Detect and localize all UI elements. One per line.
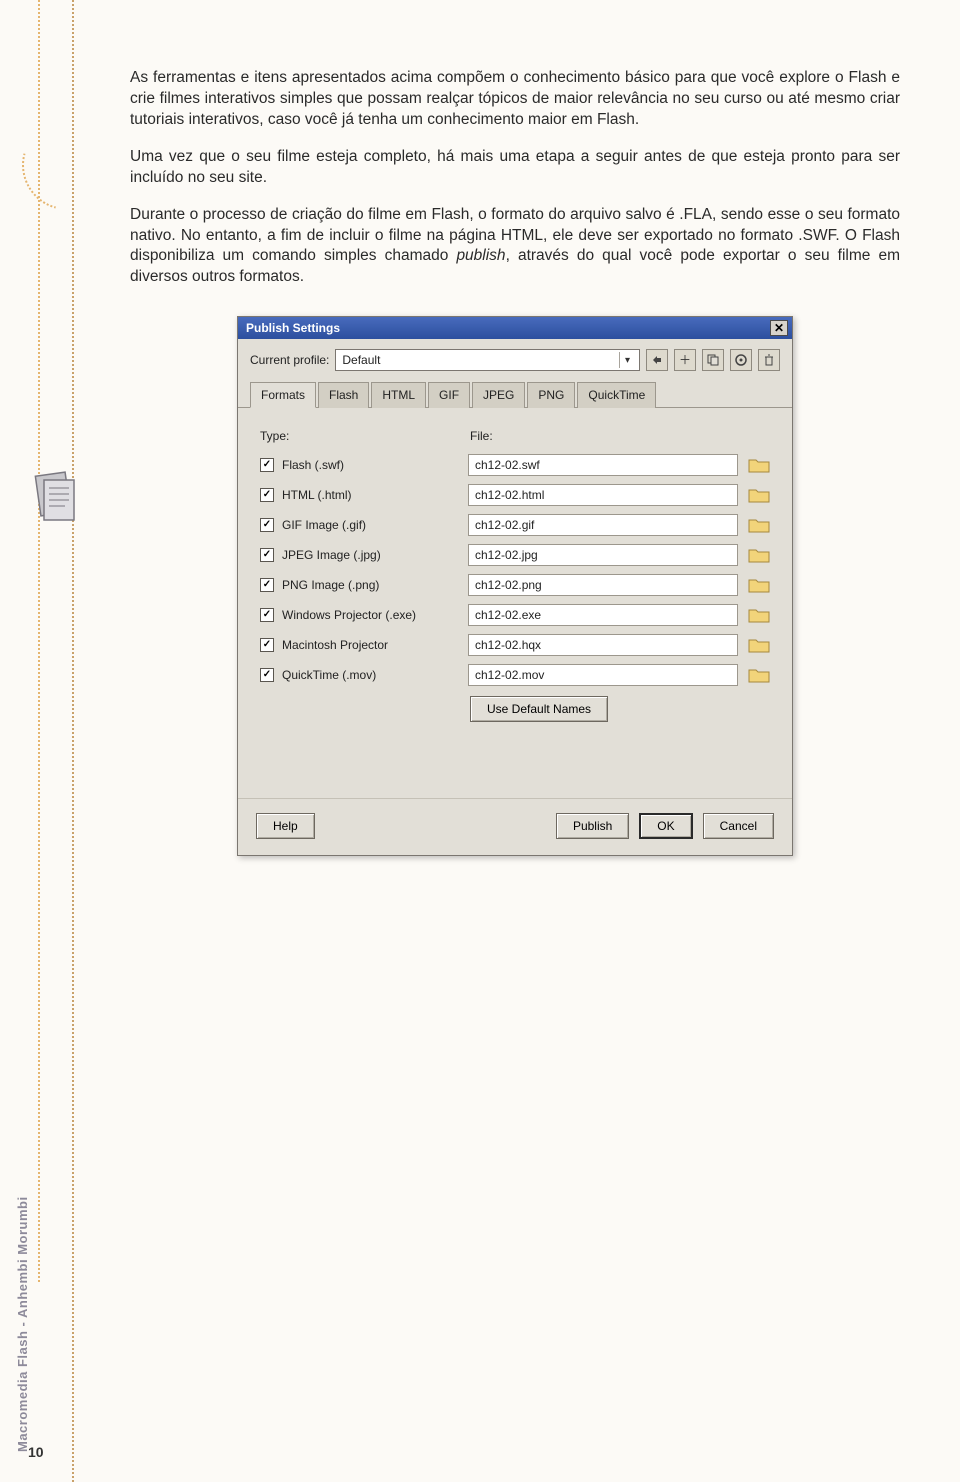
format-row: ✓ Macintosh Projector ch12-02.hqx xyxy=(260,634,770,656)
dialog-titlebar: Publish Settings ✕ xyxy=(238,317,792,339)
file-name-input[interactable]: ch12-02.gif xyxy=(468,514,738,536)
page-number: 10 xyxy=(28,1444,44,1460)
folder-icon[interactable] xyxy=(748,486,770,504)
column-header-file: File: xyxy=(470,428,770,444)
format-type-label: Flash (.swf) xyxy=(282,457,468,473)
help-button[interactable]: Help xyxy=(256,813,315,839)
format-type-label: JPEG Image (.jpg) xyxy=(282,547,468,563)
duplicate-profile-icon[interactable] xyxy=(702,349,724,371)
checkbox[interactable]: ✓ xyxy=(260,518,274,532)
corner-arc xyxy=(6,104,129,227)
chevron-down-icon: ▾ xyxy=(619,352,635,368)
import-export-icon[interactable] xyxy=(646,349,668,371)
tab-formats[interactable]: Formats xyxy=(250,382,316,407)
file-name-input[interactable]: ch12-02.html xyxy=(468,484,738,506)
folder-icon[interactable] xyxy=(748,666,770,684)
document-icon xyxy=(32,470,80,524)
ok-button[interactable]: OK xyxy=(639,813,692,839)
body-text: As ferramentas e itens apresentados acim… xyxy=(130,68,900,856)
dotted-line-2 xyxy=(72,0,74,1482)
folder-icon[interactable] xyxy=(748,576,770,594)
folder-icon[interactable] xyxy=(748,636,770,654)
profile-options-icon[interactable] xyxy=(730,349,752,371)
delete-profile-icon[interactable] xyxy=(758,349,780,371)
file-name-input[interactable]: ch12-02.swf xyxy=(468,454,738,476)
folder-icon[interactable] xyxy=(748,456,770,474)
tab-gif[interactable]: GIF xyxy=(428,382,470,407)
vertical-book-title: Macromedia Flash - Anhembi Morumbi xyxy=(15,1196,30,1452)
tab-flash[interactable]: Flash xyxy=(318,382,369,407)
tab-html[interactable]: HTML xyxy=(371,382,426,407)
add-profile-icon[interactable]: ＋ xyxy=(674,349,696,371)
format-row: ✓ PNG Image (.png) ch12-02.png xyxy=(260,574,770,596)
tab-png[interactable]: PNG xyxy=(527,382,575,407)
format-row: ✓ JPEG Image (.jpg) ch12-02.jpg xyxy=(260,544,770,566)
tabs-bar: Formats Flash HTML GIF JPEG PNG QuickTim… xyxy=(238,381,792,407)
format-type-label: GIF Image (.gif) xyxy=(282,517,468,533)
format-row: ✓ Windows Projector (.exe) ch12-02.exe xyxy=(260,604,770,626)
dialog-title: Publish Settings xyxy=(246,320,340,336)
checkbox[interactable]: ✓ xyxy=(260,638,274,652)
current-profile-label: Current profile: xyxy=(250,352,329,368)
checkbox[interactable]: ✓ xyxy=(260,548,274,562)
use-default-names-button[interactable]: Use Default Names xyxy=(470,696,608,722)
file-name-input[interactable]: ch12-02.exe xyxy=(468,604,738,626)
folder-icon[interactable] xyxy=(748,606,770,624)
format-type-label: Windows Projector (.exe) xyxy=(282,607,468,623)
paragraph-2: Uma vez que o seu filme esteja completo,… xyxy=(130,147,900,189)
publish-settings-dialog: Publish Settings ✕ Current profile: Defa… xyxy=(237,316,793,855)
profile-value: Default xyxy=(342,352,380,368)
format-type-label: QuickTime (.mov) xyxy=(282,667,468,683)
tab-quicktime[interactable]: QuickTime xyxy=(577,382,656,407)
format-row: ✓ Flash (.swf) ch12-02.swf xyxy=(260,454,770,476)
format-row: ✓ HTML (.html) ch12-02.html xyxy=(260,484,770,506)
checkbox[interactable]: ✓ xyxy=(260,668,274,682)
format-type-label: PNG Image (.png) xyxy=(282,577,468,593)
tab-jpeg[interactable]: JPEG xyxy=(472,382,525,407)
close-icon[interactable]: ✕ xyxy=(770,320,788,336)
file-name-input[interactable]: ch12-02.png xyxy=(468,574,738,596)
file-name-input[interactable]: ch12-02.mov xyxy=(468,664,738,686)
column-header-type: Type: xyxy=(260,428,470,444)
formats-panel: Type: File: ✓ Flash (.swf) ch12-02.swf ✓… xyxy=(238,408,792,798)
file-name-input[interactable]: ch12-02.hqx xyxy=(468,634,738,656)
folder-icon[interactable] xyxy=(748,546,770,564)
checkbox[interactable]: ✓ xyxy=(260,608,274,622)
folder-icon[interactable] xyxy=(748,516,770,534)
file-name-input[interactable]: ch12-02.jpg xyxy=(468,544,738,566)
checkbox[interactable]: ✓ xyxy=(260,458,274,472)
checkbox[interactable]: ✓ xyxy=(260,578,274,592)
publish-button[interactable]: Publish xyxy=(556,813,629,839)
format-type-label: Macintosh Projector xyxy=(282,637,468,653)
format-row: ✓ QuickTime (.mov) ch12-02.mov xyxy=(260,664,770,686)
paragraph-3: Durante o processo de criação do filme e… xyxy=(130,205,900,289)
dialog-button-row: Help Publish OK Cancel xyxy=(238,798,792,855)
checkbox[interactable]: ✓ xyxy=(260,488,274,502)
paragraph-1: As ferramentas e itens apresentados acim… xyxy=(130,68,900,131)
format-row: ✓ GIF Image (.gif) ch12-02.gif xyxy=(260,514,770,536)
cancel-button[interactable]: Cancel xyxy=(703,813,774,839)
profile-select[interactable]: Default ▾ xyxy=(335,349,640,371)
format-type-label: HTML (.html) xyxy=(282,487,468,503)
